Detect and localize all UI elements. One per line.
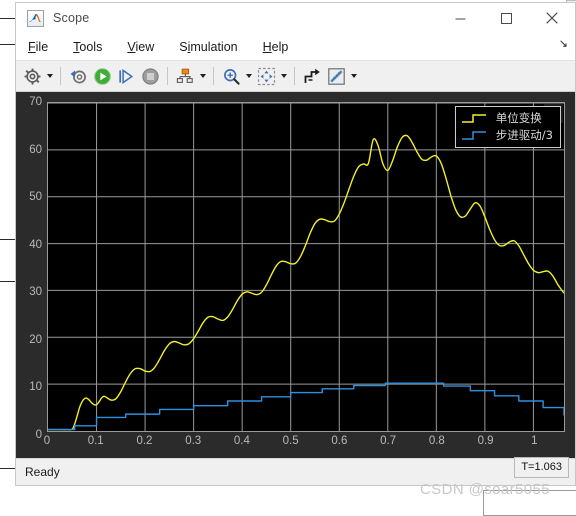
menu-item-file[interactable]: File (16, 37, 61, 57)
y-axis-labels: 0 10 20 30 40 50 60 70 (16, 92, 46, 458)
window-title: Scope (53, 11, 90, 25)
toolbar-separator (294, 67, 295, 85)
run-play-icon[interactable] (90, 64, 114, 88)
y-axis-tick-label: 60 (29, 143, 42, 156)
close-button[interactable] (529, 3, 575, 33)
menu-expander-icon[interactable]: ↘ (559, 39, 568, 50)
background-line (0, 18, 16, 19)
background-line (0, 44, 16, 45)
x-axis-tick-label: 0.8 (428, 435, 445, 447)
x-axis-tick-label: 0.2 (136, 435, 153, 447)
toolbar-separator (167, 67, 168, 85)
y-axis-tick-label: 70 (29, 96, 42, 108)
step-forward-icon[interactable] (114, 64, 138, 88)
legend-label-series-2: 步进驱动/3 (495, 128, 553, 142)
background-line (0, 468, 16, 469)
legend-swatch-series-2 (461, 130, 486, 140)
maximize-button[interactable] (483, 3, 529, 33)
measurements-ruler-icon[interactable] (324, 64, 348, 88)
x-axis-tick-label: 0 (43, 435, 51, 447)
x-axis-tick-label: 0.6 (331, 435, 348, 447)
y-axis-tick-label: 50 (29, 191, 42, 204)
status-message: Ready (25, 465, 60, 479)
pan-fit-to-view-icon[interactable] (254, 64, 278, 88)
zoom-in-icon[interactable] (219, 64, 243, 88)
title-bar: Scope (16, 3, 575, 33)
scope-window: Scope File Tools View Simulation Help ↘ (15, 2, 576, 486)
matlab-scope-icon (27, 9, 44, 27)
x-axis-tick-label: 0.7 (380, 435, 397, 447)
legend-swatch-series-1 (461, 113, 486, 123)
x-axis-tick-label: 0.1 (87, 435, 104, 447)
x-axis-tick-label: 0.4 (233, 435, 250, 447)
menu-item-tools[interactable]: Tools (61, 37, 115, 57)
toolbar-separator (213, 67, 214, 85)
legend-item[interactable]: 单位变换 (461, 110, 553, 126)
background-legend-box (483, 490, 576, 516)
toolbar-separator (60, 67, 61, 85)
plot-region: 0 10 20 30 40 50 60 70 0 0.1 0.2 0.3 0.4 0.5 0.6 0.7 0.… (16, 92, 575, 458)
toolbar (16, 61, 575, 92)
cursor-measurements-icon[interactable] (300, 64, 324, 88)
y-axis-tick-label: 40 (29, 238, 42, 251)
pan-dropdown-arrow[interactable] (278, 64, 289, 88)
window-controls (437, 3, 575, 33)
configuration-properties-icon[interactable] (20, 64, 44, 88)
signal-selection-icon[interactable] (173, 64, 197, 88)
configuration-dropdown-arrow[interactable] (44, 64, 55, 88)
menu-item-view[interactable]: View (115, 37, 167, 57)
x-axis-tick-label: 1 (531, 435, 538, 447)
legend-label-series-1: 单位变换 (495, 111, 542, 125)
zoom-dropdown-arrow[interactable] (243, 64, 254, 88)
signal-selection-dropdown-arrow[interactable] (197, 64, 208, 88)
run-back-to-start-icon[interactable] (66, 64, 90, 88)
menu-item-help[interactable]: Help (251, 37, 302, 57)
x-axis-labels: 0 0.1 0.2 0.3 0.4 0.5 0.6 0.7 0.8 0.9 1 (16, 432, 575, 458)
menu-item-simulation[interactable]: Simulation (167, 37, 250, 57)
minimize-button[interactable] (437, 3, 483, 33)
plot-legend[interactable]: 单位变换 步进驱动/3 (454, 106, 561, 148)
x-axis-tick-label: 0.9 (477, 435, 494, 447)
plot-axes[interactable] (47, 102, 565, 432)
status-bar: Ready T=1.063 (16, 457, 575, 485)
plot-canvas (48, 103, 564, 431)
y-axis-tick-label: 30 (29, 286, 42, 299)
stop-icon[interactable] (138, 64, 162, 88)
background-line (0, 239, 16, 240)
simulation-time-readout: T=1.063 (514, 457, 569, 478)
y-axis-tick-label: 10 (29, 381, 42, 394)
background-line (0, 281, 16, 282)
y-axis-tick-label: 20 (29, 333, 42, 346)
x-axis-tick-label: 0.3 (185, 435, 202, 447)
legend-item[interactable]: 步进驱动/3 (461, 127, 553, 143)
menu-bar: File Tools View Simulation Help ↘ (16, 33, 575, 61)
measurements-dropdown-arrow[interactable] (348, 64, 359, 88)
x-axis-tick-label: 0.5 (282, 435, 299, 447)
